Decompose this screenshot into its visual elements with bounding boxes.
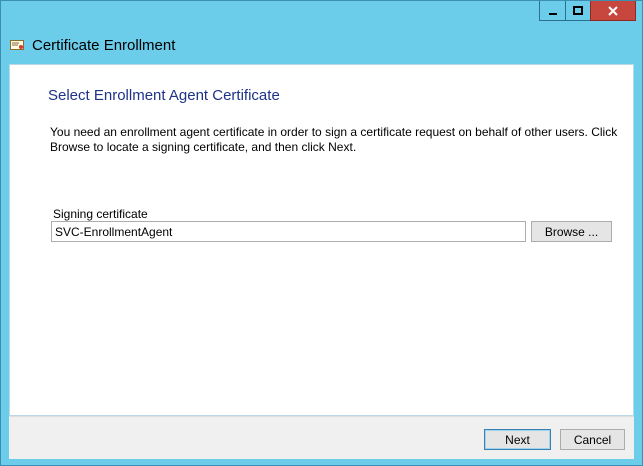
window-title: Certificate Enrollment: [32, 37, 176, 54]
signing-certificate-field[interactable]: [51, 221, 526, 242]
wizard-footer: Next Cancel: [9, 416, 634, 459]
close-button[interactable]: [590, 1, 636, 21]
minimize-button[interactable]: [539, 1, 566, 21]
wizard-content: Select Enrollment Agent Certificate You …: [9, 64, 634, 416]
cancel-button[interactable]: Cancel: [560, 429, 625, 450]
minimize-icon: [548, 12, 557, 15]
next-button[interactable]: Next: [484, 429, 551, 450]
close-icon: [608, 5, 618, 16]
browse-button[interactable]: Browse ...: [531, 221, 612, 242]
signing-certificate-label: Signing certificate: [53, 207, 148, 221]
title-bar: Certificate Enrollment: [1, 22, 642, 64]
certificate-enrollment-window: Certificate Enrollment Select Enrollment…: [0, 0, 643, 466]
caption-buttons: [539, 1, 636, 22]
maximize-icon: [573, 5, 583, 15]
maximize-button[interactable]: [565, 1, 591, 21]
page-title: Select Enrollment Agent Certificate: [48, 87, 280, 104]
certificate-icon: [10, 40, 24, 50]
page-description: You need an enrollment agent certificate…: [50, 125, 618, 154]
